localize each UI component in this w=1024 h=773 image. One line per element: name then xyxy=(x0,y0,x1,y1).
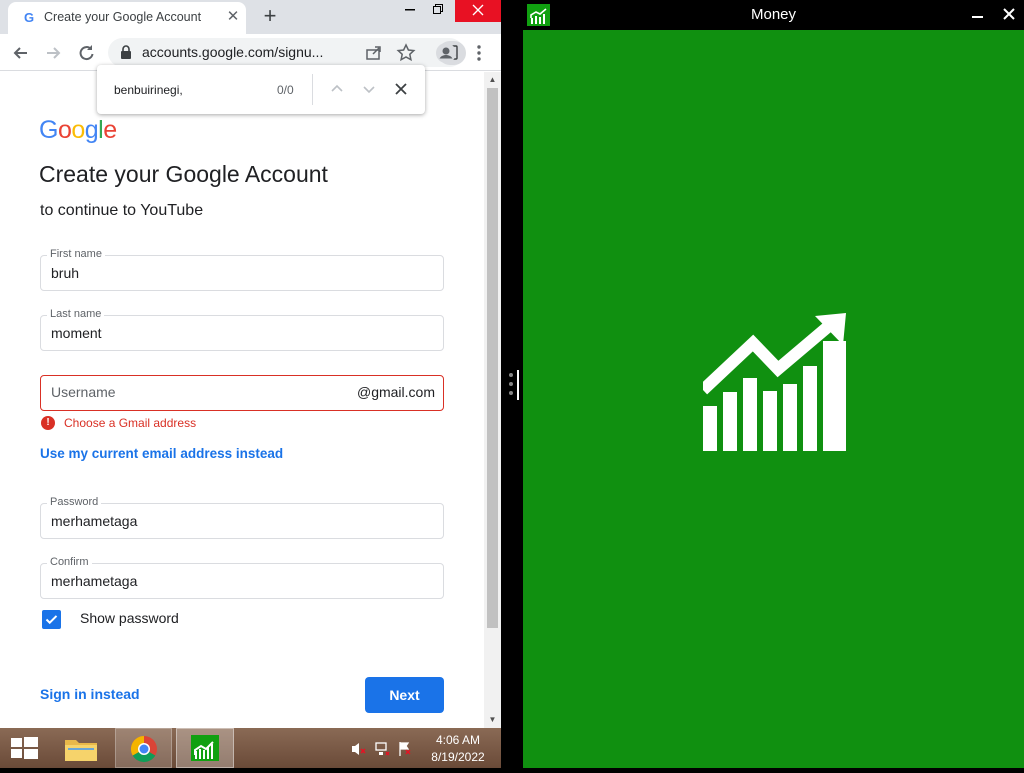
money-app-title: Money xyxy=(750,6,797,23)
profile-button[interactable] xyxy=(434,41,458,65)
find-previous-icon[interactable] xyxy=(327,79,347,99)
first-name-label: First name xyxy=(47,248,105,260)
username-error-text: Choose a Gmail address xyxy=(64,416,197,430)
page-title: Create your Google Account xyxy=(39,161,328,187)
tab-strip: G Create your Google Account ✕ + xyxy=(0,0,501,34)
browser-window: G Create your Google Account ✕ + account… xyxy=(0,0,501,728)
restore-icon xyxy=(433,4,443,14)
password-label: Password xyxy=(47,496,102,508)
find-match-count: 0/0 xyxy=(277,83,294,97)
show-password-checkbox[interactable] xyxy=(42,610,61,629)
confirm-label: Confirm xyxy=(47,556,92,568)
file-explorer-taskbar-button[interactable] xyxy=(58,728,104,768)
tray-icons xyxy=(352,742,411,756)
username-suffix: @gmail.com xyxy=(356,384,435,400)
menu-button[interactable] xyxy=(467,41,491,65)
url-text: accounts.google.com/signu... xyxy=(142,44,324,60)
money-splash-logo xyxy=(703,313,846,451)
username-field[interactable]: Username @gmail.com xyxy=(40,375,444,411)
find-bar: benbuirinegi, 0/0 xyxy=(97,65,425,114)
last-name-label: Last name xyxy=(47,308,105,320)
password-value: merhametaga xyxy=(51,513,138,529)
find-separator xyxy=(312,74,313,105)
use-current-email-link[interactable]: Use my current email address instead xyxy=(40,446,283,461)
window-close-button[interactable] xyxy=(455,0,501,22)
arrow-left-icon xyxy=(13,47,27,59)
more-vert-icon xyxy=(477,45,481,61)
new-tab-button[interactable]: + xyxy=(258,5,282,29)
sign-in-instead-link[interactable]: Sign in instead xyxy=(40,686,140,702)
arrow-right-icon xyxy=(47,47,61,59)
money-close-button[interactable] xyxy=(999,4,1019,24)
back-button[interactable] xyxy=(9,41,33,65)
logo-letter: o xyxy=(71,116,85,144)
first-name-value: bruh xyxy=(51,265,80,281)
network-icon xyxy=(375,742,390,756)
reload-icon xyxy=(79,45,94,61)
chrome-icon xyxy=(130,735,157,763)
password-field[interactable]: Password merhametaga xyxy=(40,496,444,539)
confirm-password-field[interactable]: Confirm merhametaga xyxy=(40,556,444,599)
next-button[interactable]: Next xyxy=(365,677,444,713)
scroll-down-icon[interactable]: ▼ xyxy=(488,715,497,724)
logo-letter: G xyxy=(39,116,58,144)
error-icon: ! xyxy=(41,416,55,430)
avatar-icon xyxy=(436,43,456,63)
volume-muted-icon xyxy=(352,743,366,755)
username-placeholder: Username xyxy=(51,384,116,400)
windows-logo-icon xyxy=(11,737,38,759)
chrome-taskbar-button[interactable] xyxy=(115,728,172,768)
share-button[interactable] xyxy=(362,41,386,65)
google-logo: Google xyxy=(39,116,117,145)
money-app-icon xyxy=(191,735,219,761)
last-name-value: moment xyxy=(51,325,102,341)
share-icon xyxy=(366,46,381,60)
find-next-icon[interactable] xyxy=(359,79,379,99)
find-input[interactable]: benbuirinegi, xyxy=(114,83,183,97)
tab-google-account[interactable]: G Create your Google Account ✕ xyxy=(8,2,246,34)
last-name-field[interactable]: Last name moment xyxy=(40,308,444,351)
action-center-flag-icon xyxy=(399,742,411,756)
money-titlebar: Money xyxy=(523,0,1024,30)
start-button[interactable] xyxy=(0,728,50,768)
tab-title: Create your Google Account xyxy=(44,10,202,24)
scroll-thumb[interactable] xyxy=(487,88,498,628)
taskbar: 4:06 AM 8/19/2022 xyxy=(0,728,501,768)
clock-time[interactable]: 4:06 AM xyxy=(428,733,488,747)
grip-icon xyxy=(509,370,519,400)
star-icon xyxy=(396,43,416,62)
logo-letter: g xyxy=(84,116,99,144)
reload-button[interactable] xyxy=(74,41,98,65)
page-scrollbar[interactable]: ▲ ▼ xyxy=(484,72,501,728)
first-name-field[interactable]: First name bruh xyxy=(40,248,444,291)
tab-close-icon[interactable]: ✕ xyxy=(224,8,242,26)
show-password-label: Show password xyxy=(80,610,179,626)
close-icon xyxy=(1003,8,1015,20)
close-icon xyxy=(472,4,484,16)
bookmark-button[interactable] xyxy=(394,41,418,65)
money-app-window: Money xyxy=(523,0,1024,768)
folder-icon xyxy=(65,740,97,761)
scroll-up-icon[interactable]: ▲ xyxy=(488,75,497,84)
logo-letter: o xyxy=(57,116,72,144)
snap-divider-handle[interactable] xyxy=(507,370,521,400)
window-restore-button[interactable] xyxy=(421,0,455,22)
minimize-icon xyxy=(972,16,983,18)
checkmark-icon xyxy=(45,615,58,625)
system-tray xyxy=(350,740,422,761)
lock-icon xyxy=(121,45,131,59)
find-close-icon[interactable] xyxy=(391,79,411,99)
money-taskbar-button[interactable] xyxy=(176,728,234,768)
google-favicon-icon: G xyxy=(23,10,35,25)
page-subtitle: to continue to YouTube xyxy=(40,202,204,219)
signup-page: Google Create your Google Account to con… xyxy=(0,72,484,728)
money-minimize-button[interactable] xyxy=(968,4,988,24)
logo-letter: e xyxy=(103,116,117,144)
clock-date[interactable]: 8/19/2022 xyxy=(428,750,488,764)
confirm-value: merhametaga xyxy=(51,573,138,589)
forward-button[interactable] xyxy=(41,41,65,65)
